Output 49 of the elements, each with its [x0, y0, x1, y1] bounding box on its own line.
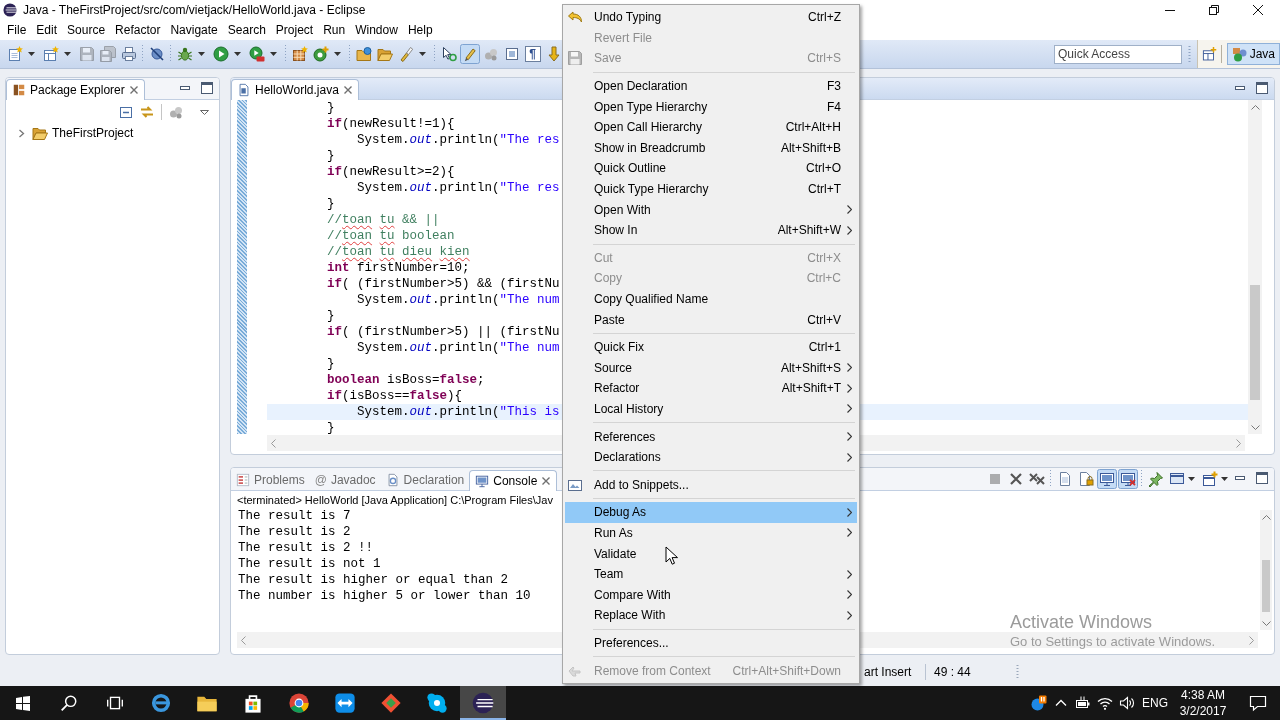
shortcut-text: Ctrl+Alt+H — [785, 120, 841, 135]
shortcut-text: F4 — [827, 99, 841, 114]
code-line: if(newResult!=1){ — [327, 117, 455, 131]
process-status-text: <terminated> HelloWorld [Java Application] C:\Program Files\Jav — [237, 493, 553, 508]
code-line: System.out.println("The num — [357, 293, 560, 307]
code-line: //toan tu dieu kien — [327, 245, 470, 259]
shortcut-text: Ctrl+S — [807, 51, 841, 66]
code-line: System.out.println("This is — [357, 405, 560, 419]
code-line: //toan tu && || — [327, 213, 440, 227]
shortcut-text: F3 — [827, 79, 841, 94]
code-line: boolean isBoss=false; — [327, 373, 485, 387]
shortcut-text: Alt+Shift+S — [780, 360, 841, 375]
console-output-line: The number is higher 5 or lower than 10 — [238, 588, 531, 604]
code-line: System.out.println("The res — [357, 181, 560, 195]
shortcut-text: Ctrl+C — [806, 271, 841, 286]
code-line: if(newResult>=2){ — [327, 165, 455, 179]
code-line: } — [327, 309, 335, 323]
code-line: } — [327, 357, 335, 371]
code-line: if( (firstNumber>5) || (firstNu — [327, 325, 560, 339]
status-text: art Insert — [864, 665, 913, 679]
code-line: } — [327, 421, 335, 435]
activation-title: Activate Windows — [1010, 611, 1154, 633]
shortcut-text: Ctrl+X — [807, 250, 841, 265]
shortcut-text: Ctrl+T — [808, 182, 841, 197]
shortcut-text: Ctrl+1 — [808, 340, 841, 355]
code-line: } — [327, 101, 335, 115]
code-line: if( (firstNumber>5) && (firstNu — [327, 277, 560, 291]
console-output-line: The result is 2 !! — [238, 540, 374, 556]
shortcut-text: Alt+Shift+T — [781, 381, 841, 396]
code-line: //toan tu boolean — [327, 229, 455, 243]
console-output-line: The result is higher or equal than 2 — [238, 572, 509, 588]
console-output-line: The result is 2 — [238, 524, 351, 540]
window-title: Java - TheFirstProject/src/com/vietjack/HelloWorld.java - Eclipse — [23, 3, 366, 17]
shortcut-text: Ctrl+Alt+Shift+Down — [732, 663, 841, 678]
shortcut-text: Alt+Shift+B — [780, 140, 841, 155]
code-line: if(isBoss==false){ — [327, 389, 463, 403]
status-text: 49 : 44 — [934, 665, 972, 679]
shortcut-text: Ctrl+O — [806, 161, 841, 176]
code-line: } — [327, 197, 335, 211]
shortcut-text: Ctrl+Z — [808, 10, 841, 25]
shortcut-text: Alt+Shift+W — [777, 223, 841, 238]
console-output-line: The result is 7 — [238, 508, 351, 524]
code-line: } — [327, 149, 335, 163]
code-line: System.out.println("The num — [357, 341, 560, 355]
console-output-line: The result is not 1 — [238, 556, 381, 572]
shortcut-text: Ctrl+V — [807, 312, 841, 327]
code-line: int firstNumber=10; — [327, 261, 470, 275]
activation-subtitle: Go to Settings to activate Windows. — [1010, 633, 1216, 651]
code-line: System.out.println("The res — [357, 133, 560, 147]
